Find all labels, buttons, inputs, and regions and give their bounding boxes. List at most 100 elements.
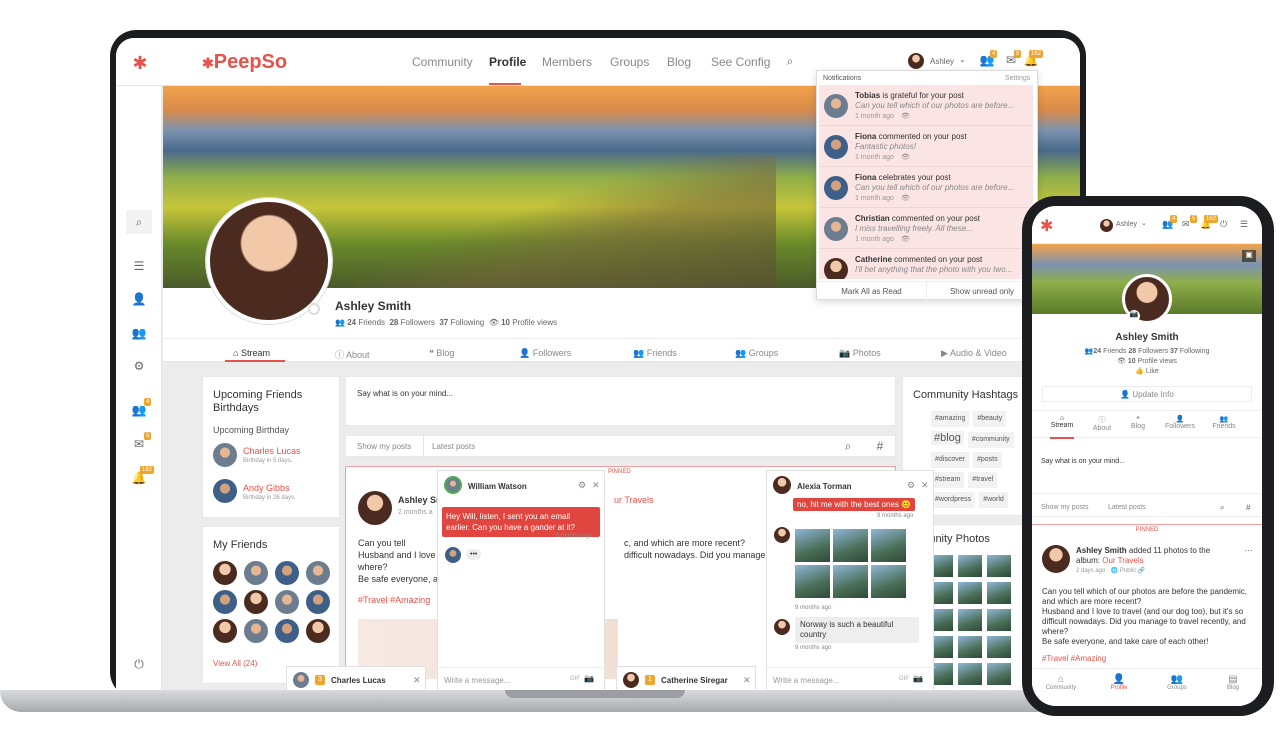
camera-icon[interactable]: 📷 [913, 674, 923, 683]
hashtag[interactable]: #wordpress [931, 492, 976, 508]
camera-icon[interactable]: 📷 [584, 674, 594, 683]
hashtag[interactable]: #discover [931, 452, 969, 468]
post-album-link[interactable]: ur Travels [614, 495, 654, 505]
tab-friends[interactable]: 👥 Friends [633, 348, 677, 359]
tab-friends[interactable]: 👥 Friends [1204, 415, 1244, 430]
hashtag[interactable]: #travel [968, 472, 998, 488]
people-icon[interactable]: 👥 [128, 323, 150, 343]
post-author[interactable]: Ashley Sı [398, 495, 439, 505]
close-icon[interactable]: ✕ [921, 480, 929, 491]
friend-avatar[interactable] [275, 590, 299, 614]
bottom-nav-blog[interactable]: ▤ Blog [1216, 674, 1250, 691]
camera-icon[interactable]: 📷 [1128, 310, 1140, 322]
eye-icon[interactable]: 👁 [901, 112, 910, 120]
tab-followers[interactable]: 👤 Followers [519, 348, 571, 359]
power-icon[interactable]: ⏻ [1220, 219, 1227, 230]
nav-profile[interactable]: Profile [489, 55, 526, 69]
hashtag[interactable]: #posts [972, 452, 1002, 468]
close-icon[interactable]: ✕ [743, 675, 751, 686]
following-label[interactable]: Following [450, 318, 484, 327]
notification-item[interactable]: Catherine commented on your post I'll be… [819, 249, 1033, 279]
latest-posts-tab[interactable]: Latest posts [432, 442, 475, 451]
community-photo[interactable] [958, 555, 982, 577]
tab-stream[interactable]: ⌂ Stream [233, 348, 270, 358]
chat-photo[interactable] [833, 529, 868, 562]
avatar[interactable] [773, 476, 791, 494]
notification-item[interactable]: Christian commented on your post I miss … [819, 208, 1033, 249]
community-photo[interactable] [987, 609, 1011, 631]
user-avatar[interactable] [1100, 219, 1113, 232]
image-icon[interactable]: ▣ [1242, 250, 1256, 262]
avatar[interactable] [444, 476, 462, 494]
followers-label[interactable]: Followers [1138, 348, 1168, 355]
tab-blog[interactable]: ❝ Blog [1118, 415, 1158, 430]
power-icon[interactable]: ⏻ [128, 654, 150, 674]
community-photo[interactable] [987, 636, 1011, 658]
chat-photo[interactable] [871, 565, 906, 598]
friend-avatar[interactable] [306, 561, 330, 585]
brand-mark-icon[interactable]: ✱ [1040, 216, 1053, 236]
friend-avatar[interactable] [244, 619, 268, 643]
mobile-post-hashtags[interactable]: #Travel #Amazing [1042, 654, 1106, 663]
post-composer[interactable]: Say what is on your mind... [345, 376, 896, 426]
hashtag[interactable]: #amazing [931, 411, 970, 427]
show-my-posts-tab[interactable]: Show my posts [346, 436, 424, 456]
nav-groups[interactable]: Groups [610, 55, 649, 69]
chevron-down-icon[interactable]: ⌄ [959, 55, 966, 64]
user-avatar[interactable] [908, 53, 924, 69]
brand-mark-icon[interactable]: ✱ [126, 52, 154, 74]
show-my-posts-tab[interactable]: Show my posts [1041, 504, 1088, 511]
tab-stream[interactable]: ⌂ Stream [1040, 415, 1084, 429]
post-author-avatar[interactable] [358, 491, 392, 525]
mobile-user-name[interactable]: Ashley [1116, 221, 1137, 228]
notification-item[interactable]: Fiona celebrates your post Can you tell … [819, 167, 1033, 208]
link-icon[interactable]: 🔗 [1138, 568, 1145, 574]
community-photo[interactable] [958, 663, 982, 685]
gif-icon[interactable]: GIF [899, 676, 909, 682]
community-photo[interactable] [958, 582, 982, 604]
post-author[interactable]: Ashley Smith [1076, 546, 1127, 555]
minimized-chat[interactable]: 3 Charles Lucas ✕ [286, 666, 426, 692]
followers-label[interactable]: Followers [401, 318, 435, 327]
tab-followers[interactable]: 👤 Followers [1158, 415, 1202, 430]
chat-photo[interactable] [871, 529, 906, 562]
friend-avatar[interactable] [275, 561, 299, 585]
user-name[interactable]: Ashley [930, 57, 954, 66]
hashtag-icon[interactable]: # [872, 439, 888, 453]
post-hashtags[interactable]: #Travel #Amazing [358, 595, 430, 605]
gear-icon[interactable]: ⚙ [578, 480, 586, 491]
chat-input[interactable]: Write a message... GIF 📷 [438, 667, 606, 692]
chat-photo[interactable] [795, 529, 830, 562]
nav-community[interactable]: Community [412, 55, 473, 69]
bottom-nav-community[interactable]: ⌂ Community [1044, 674, 1078, 691]
friends-label[interactable]: Friends [358, 318, 385, 327]
notifications-settings-link[interactable]: Settings [1005, 75, 1030, 82]
notification-item[interactable]: Fiona commented on your post Fantastic p… [819, 126, 1033, 167]
friend-avatar[interactable] [213, 590, 237, 614]
gear-icon[interactable]: ⚙ [128, 356, 150, 376]
filter-search-icon[interactable]: ⌕ [1220, 503, 1224, 513]
tab-about[interactable]: ⓘ About [1082, 415, 1122, 432]
notification-item[interactable]: Tobias is grateful for your post Can you… [819, 85, 1033, 126]
community-photo[interactable] [958, 609, 982, 631]
friend-avatar[interactable] [213, 561, 237, 585]
eye-icon[interactable]: 👁 [901, 194, 910, 202]
friends-label[interactable]: Friends [1103, 348, 1126, 355]
community-photo[interactable] [987, 582, 1011, 604]
chat-title[interactable]: Alexia Torman [797, 482, 852, 491]
community-photo[interactable] [958, 636, 982, 658]
more-options-icon[interactable]: ⋯ [1244, 545, 1253, 556]
nav-blog[interactable]: Blog [667, 55, 691, 69]
hashtag[interactable]: #stream [931, 472, 965, 488]
bottom-nav-groups[interactable]: 👥 Groups [1160, 674, 1194, 691]
gif-icon[interactable]: GIF [570, 676, 580, 682]
hashtag[interactable]: #blog [931, 431, 964, 445]
messages-icon[interactable]: ✉ [1182, 219, 1190, 230]
hashtag[interactable]: #world [979, 492, 1008, 508]
tab-groups[interactable]: 👥 Groups [735, 348, 778, 359]
eye-icon[interactable]: 👁 [901, 153, 910, 161]
community-photo[interactable] [987, 663, 1011, 685]
menu-icon[interactable]: ☰ [128, 256, 150, 276]
view-all-friends-link[interactable]: View All (24) [213, 659, 257, 668]
chat-photo[interactable] [795, 565, 830, 598]
